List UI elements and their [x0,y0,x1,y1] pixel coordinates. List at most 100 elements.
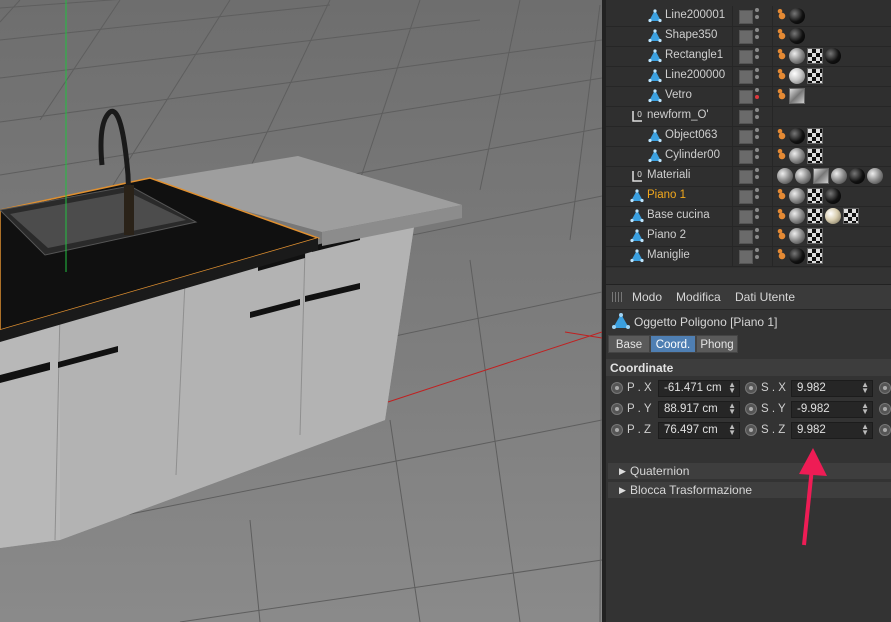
object-row[interactable]: Maniglie [606,246,891,267]
texture-tag-icon[interactable] [807,228,823,244]
material-tag-icon[interactable] [813,168,829,184]
visibility-dots[interactable] [755,248,760,264]
phong-tag-icon[interactable] [777,28,787,44]
layer-icon[interactable] [739,90,753,104]
phong-tag-icon[interactable] [777,208,787,224]
layer-icon[interactable] [739,10,753,24]
3d-viewport[interactable] [0,0,602,622]
object-row[interactable]: Piano 1 [606,186,891,207]
material-tag-icon[interactable] [825,48,841,64]
phong-tag-icon[interactable] [777,88,787,104]
material-tag-icon[interactable] [789,228,805,244]
texture-tag-icon[interactable] [807,68,823,84]
object-name[interactable]: Rectangle1 [665,49,723,61]
visibility-dots[interactable] [755,88,760,104]
texture-tag-icon[interactable] [807,188,823,204]
phong-tag-icon[interactable] [777,148,787,164]
material-tag-icon[interactable] [789,28,805,44]
material-tag-icon[interactable] [831,168,847,184]
visibility-dots[interactable] [755,168,760,184]
object-row[interactable]: Shape350 [606,26,891,47]
object-name[interactable]: Base cucina [647,209,710,221]
menu-dati-utente[interactable]: Dati Utente [735,290,795,304]
stepper-icon[interactable]: ▲ ▼ [728,423,736,437]
object-row[interactable]: 0 newform_O' [606,106,891,127]
material-tag-icon[interactable] [789,48,805,64]
object-row[interactable]: Rectangle1 [606,46,891,67]
layer-icon[interactable] [739,150,753,164]
material-tag-icon[interactable] [795,168,811,184]
material-tag-icon[interactable] [789,148,805,164]
visibility-dots[interactable] [755,208,760,224]
material-tag-icon[interactable] [789,248,805,264]
phong-tag-icon[interactable] [777,48,787,64]
material-tag-icon[interactable] [849,168,865,184]
tab-base[interactable]: Base [608,335,650,353]
object-name[interactable]: Maniglie [647,249,690,261]
object-name[interactable]: Vetro [665,89,692,101]
texture-tag-icon[interactable] [807,128,823,144]
material-tag-icon[interactable] [789,88,805,104]
object-name[interactable]: Materiali [647,169,690,181]
tab-coord[interactable]: Coord. [650,335,696,353]
animate-radio-icon[interactable] [611,424,623,436]
object-row[interactable]: Line200001 [606,6,891,27]
position-input[interactable]: -61.471 cm ▲ ▼ [658,380,740,397]
animate-radio-icon[interactable] [879,382,891,394]
object-name[interactable]: Line200001 [665,9,725,21]
animate-radio-icon[interactable] [879,403,891,415]
menu-modifica[interactable]: Modifica [676,290,721,304]
material-tag-icon[interactable] [867,168,883,184]
visibility-dots[interactable] [755,68,760,84]
material-tag-icon[interactable] [789,8,805,24]
material-tag-icon[interactable] [825,208,841,224]
material-tag-icon[interactable] [825,188,841,204]
group-blocca-trasformazione[interactable]: ▶ Blocca Trasformazione [608,482,891,498]
texture-tag-icon[interactable] [807,48,823,64]
texture-tag-icon[interactable] [807,248,823,264]
stepper-icon[interactable]: ▲ ▼ [861,423,869,437]
material-tag-icon[interactable] [789,128,805,144]
texture-tag-icon[interactable] [807,208,823,224]
visibility-dots[interactable] [755,188,760,204]
scale-input[interactable]: -9.982 ▲ ▼ [791,401,873,418]
object-row[interactable]: Vetro [606,86,891,107]
phong-tag-icon[interactable] [777,128,787,144]
animate-radio-icon[interactable] [879,424,891,436]
layer-icon[interactable] [739,130,753,144]
animate-radio-icon[interactable] [745,403,757,415]
texture-tag-icon[interactable] [807,148,823,164]
object-name[interactable]: newform_O' [647,109,709,121]
visibility-dots[interactable] [755,48,760,64]
position-input[interactable]: 88.917 cm ▲ ▼ [658,401,740,418]
animate-radio-icon[interactable] [611,382,623,394]
stepper-icon[interactable]: ▲ ▼ [728,381,736,395]
tab-phong[interactable]: Phong [696,335,738,353]
visibility-dots[interactable] [755,228,760,244]
group-quaternion[interactable]: ▶ Quaternion [608,463,891,479]
layer-icon[interactable] [739,230,753,244]
material-tag-icon[interactable] [789,188,805,204]
layer-icon[interactable] [739,30,753,44]
stepper-icon[interactable]: ▲ ▼ [728,402,736,416]
visibility-dots[interactable] [755,108,760,124]
object-name[interactable]: Line200000 [665,69,725,81]
object-row[interactable]: Piano 2 [606,226,891,247]
layer-icon[interactable] [739,70,753,84]
visibility-dots[interactable] [755,28,760,44]
texture-tag-icon[interactable] [843,208,859,224]
animate-radio-icon[interactable] [745,382,757,394]
object-row[interactable]: Object063 [606,126,891,147]
stepper-icon[interactable]: ▲ ▼ [861,381,869,395]
material-tag-icon[interactable] [777,168,793,184]
object-name[interactable]: Piano 1 [647,189,686,201]
phong-tag-icon[interactable] [777,68,787,84]
layer-icon[interactable] [739,190,753,204]
layer-icon[interactable] [739,210,753,224]
scale-input[interactable]: 9.982 ▲ ▼ [791,380,873,397]
menu-modo[interactable]: Modo [632,290,662,304]
object-name[interactable]: Piano 2 [647,229,686,241]
material-tag-icon[interactable] [789,208,805,224]
material-tag-icon[interactable] [789,68,805,84]
phong-tag-icon[interactable] [777,248,787,264]
